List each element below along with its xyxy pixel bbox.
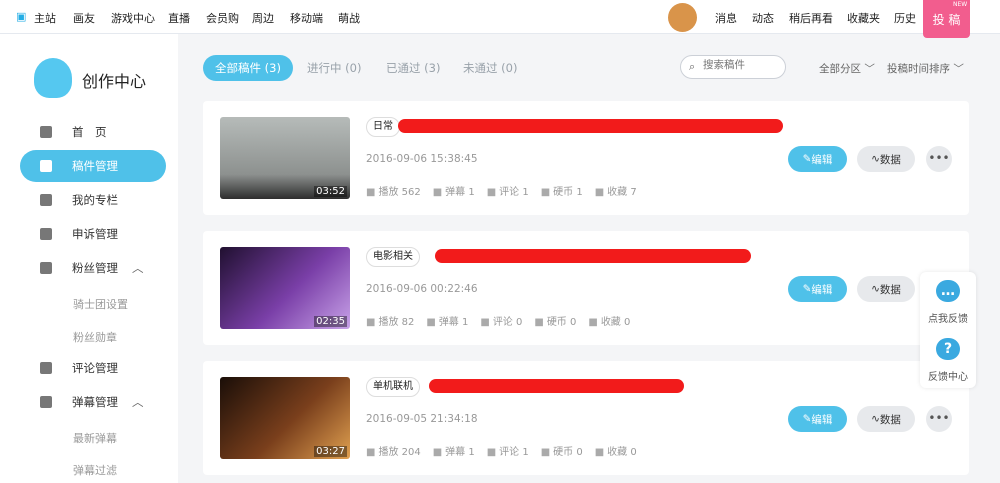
chevron-up-icon: ︿ — [132, 395, 144, 409]
mascot-logo — [34, 58, 72, 98]
search-box[interactable]: ⌕ — [680, 55, 786, 79]
tab-rejected[interactable]: 未通过 (0) — [451, 55, 529, 81]
sort-filter[interactable]: 投稿时间排序 ﹀ — [887, 61, 964, 76]
nav-item[interactable]: 直播 — [168, 10, 190, 26]
edit-button[interactable]: ✎ 编辑 — [788, 146, 847, 172]
redacted-title — [429, 379, 684, 393]
tv-icon[interactable]: ▣ — [16, 10, 26, 23]
zone-filter[interactable]: 全部分区 ﹀ — [819, 61, 875, 76]
document-icon — [40, 194, 52, 206]
post-date: 2016-09-06 15:38:45 — [366, 153, 478, 165]
sidebar: 创作中心 首 页 稿件管理 我的专栏 申诉管理 粉丝管理 ︿ 骑士团设置 粉丝勋章… — [0, 34, 178, 483]
danmaku-icon — [40, 396, 52, 408]
nav-item[interactable]: 游戏中心 — [111, 10, 155, 26]
chevron-up-icon: ︿ — [132, 261, 144, 275]
sidebar-item-posts[interactable]: 稿件管理 — [20, 150, 166, 182]
search-input[interactable] — [703, 59, 781, 71]
post-card: 03:27 单机联机 2016-09-05 21:34:18 播放 204弹幕 … — [203, 361, 969, 475]
data-button[interactable]: ∿ 数据 — [857, 146, 915, 172]
nav-home[interactable]: 主站 — [34, 10, 56, 26]
sidebar-item-column[interactable]: 我的专栏 — [20, 184, 166, 216]
redacted-title — [435, 249, 751, 263]
video-thumbnail[interactable]: 03:52 — [220, 117, 350, 199]
nav-item[interactable]: 萌战 — [338, 10, 360, 26]
sidebar-item-comments[interactable]: 评论管理 — [20, 352, 166, 384]
chat-bubble-icon[interactable]: … — [936, 280, 960, 302]
sidebar-item-home[interactable]: 首 页 — [20, 116, 166, 148]
post-card: 02:35 电影相关 2016-09-06 00:22:46 播放 82弹幕 1… — [203, 231, 969, 345]
post-stats: 播放 82弹幕 1评论 0硬币 0收藏 0 — [366, 313, 642, 328]
data-button[interactable]: ∿ 数据 — [857, 276, 915, 302]
nav-right-item[interactable]: 稍后再看 — [789, 10, 833, 26]
feedback-center-link[interactable]: 反馈中心 — [920, 368, 976, 383]
nav-right-item[interactable]: 收藏夹 — [847, 10, 880, 26]
video-thumbnail[interactable]: 02:35 — [220, 247, 350, 329]
category-tag: 日常 — [366, 117, 400, 137]
redacted-title — [398, 119, 783, 133]
feedback-link[interactable]: 点我反馈 — [920, 310, 976, 325]
sidebar-sub-medal[interactable]: 粉丝勋章 — [73, 329, 117, 345]
tab-processing[interactable]: 进行中 (0) — [295, 55, 373, 81]
video-thumbnail[interactable]: 03:27 — [220, 377, 350, 459]
search-icon: ⌕ — [689, 60, 696, 73]
sidebar-sub-knights[interactable]: 骑士团设置 — [73, 296, 128, 312]
sidebar-item-danmaku[interactable]: 弹幕管理 ︿ — [20, 386, 166, 418]
more-button[interactable]: ••• — [926, 406, 952, 432]
post-date: 2016-09-05 21:34:18 — [366, 413, 478, 425]
sidebar-title: 创作中心 — [82, 72, 147, 91]
nav-right-item[interactable]: 消息 — [715, 10, 737, 26]
shield-icon — [40, 228, 52, 240]
category-tag: 电影相关 — [366, 247, 420, 267]
edit-button[interactable]: ✎ 编辑 — [788, 276, 847, 302]
post-stats: 播放 562弹幕 1评论 1硬币 1收藏 7 — [366, 183, 649, 198]
more-button[interactable]: ••• — [926, 146, 952, 172]
video-icon — [40, 160, 52, 172]
category-tag: 单机联机 — [366, 377, 420, 397]
edit-button[interactable]: ✎ 编辑 — [788, 406, 847, 432]
avatar[interactable] — [668, 3, 697, 32]
sidebar-sub-latest[interactable]: 最新弹幕 — [73, 430, 117, 446]
top-nav-bar: ▣ 主站 画友 游戏中心 直播 会员购 周边 移动端 萌战 消息 动态 稍后再看… — [0, 0, 1000, 38]
tab-all[interactable]: 全部稿件 (3) — [203, 55, 293, 81]
tab-passed[interactable]: 已通过 (3) — [374, 55, 452, 81]
data-button[interactable]: ∿ 数据 — [857, 406, 915, 432]
nav-item[interactable]: 周边 — [252, 10, 274, 26]
post-stats: 播放 204弹幕 1评论 1硬币 0收藏 0 — [366, 443, 649, 458]
sidebar-item-appeal[interactable]: 申诉管理 — [20, 218, 166, 250]
feedback-panel: … 点我反馈 ? 反馈中心 — [920, 272, 976, 388]
help-icon[interactable]: ? — [936, 338, 960, 360]
nav-right-item[interactable]: 动态 — [752, 10, 774, 26]
sidebar-sub-filter[interactable]: 弹幕过滤 — [73, 462, 117, 478]
nav-right-item[interactable]: 历史 — [894, 10, 916, 26]
sidebar-item-fans[interactable]: 粉丝管理 ︿ — [20, 252, 166, 284]
nav-item[interactable]: 会员购 — [206, 10, 239, 26]
comment-icon — [40, 362, 52, 374]
nav-item[interactable]: 移动端 — [290, 10, 323, 26]
home-icon — [40, 126, 52, 138]
nav-item[interactable]: 画友 — [73, 10, 95, 26]
post-card: 03:52 日常 2016-09-06 15:38:45 播放 562弹幕 1评… — [203, 101, 969, 215]
user-icon — [40, 262, 52, 274]
post-date: 2016-09-06 00:22:46 — [366, 283, 478, 295]
new-badge: NEW — [953, 1, 968, 8]
